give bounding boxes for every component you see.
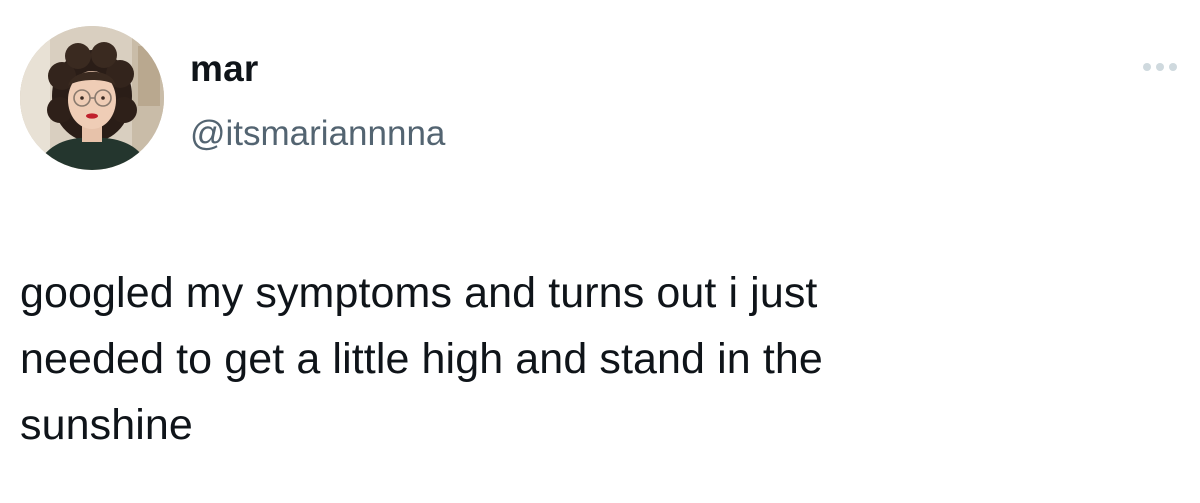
avatar[interactable] [20, 26, 164, 170]
tweet-card: mar @itsmariannnna googled my symptoms a… [0, 0, 1200, 503]
display-name[interactable]: mar [190, 46, 258, 92]
tweet-text: googled my symptoms and turns out i just… [20, 269, 823, 449]
more-horizontal-icon [1143, 63, 1177, 71]
profile-photo-icon [20, 26, 164, 170]
user-handle[interactable]: @itsmariannnna [190, 112, 445, 156]
more-options-button[interactable] [1134, 52, 1186, 82]
